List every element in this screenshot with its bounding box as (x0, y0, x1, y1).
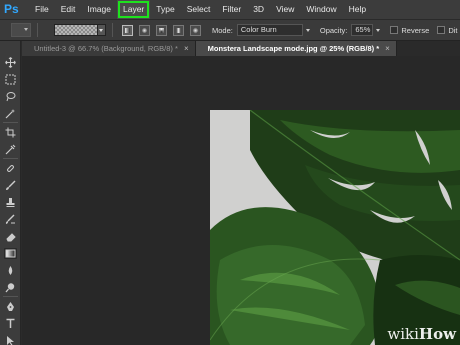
menu-select[interactable]: Select (181, 0, 217, 19)
opacity-field[interactable]: 65% (351, 24, 374, 36)
reflected-gradient-icon (176, 27, 181, 33)
radial-gradient-icon (142, 27, 147, 33)
menu-layer[interactable]: Layer (116, 0, 151, 19)
tool-preset-picker[interactable] (11, 23, 31, 37)
document-tab-monstera[interactable]: Monstera Landscape mode.jpg @ 25% (RGB/8… (195, 41, 397, 56)
history-brush-icon[interactable] (4, 214, 17, 225)
menu-help[interactable]: Help (343, 0, 372, 19)
blur-icon[interactable] (4, 265, 17, 276)
divider (3, 296, 18, 297)
type-icon[interactable] (4, 318, 17, 329)
options-bar: Mode: Color Burn Opacity: 65% Reverse Di… (0, 19, 460, 41)
marquee-icon[interactable] (4, 74, 17, 85)
path-selection-icon[interactable] (4, 335, 17, 345)
diamond-gradient-icon (191, 26, 200, 34)
radial-gradient-button[interactable] (139, 24, 150, 36)
mode-select[interactable]: Color Burn (236, 24, 303, 36)
gradient-picker-dropdown[interactable] (98, 24, 106, 36)
document-canvas[interactable]: wikiHow (210, 110, 460, 345)
lasso-icon[interactable] (4, 91, 17, 102)
eyedropper-icon[interactable] (4, 144, 17, 155)
wikihow-watermark: wikiHow (387, 325, 456, 343)
magic-wand-icon[interactable] (4, 108, 17, 119)
close-icon[interactable]: × (385, 41, 390, 56)
linear-gradient-button[interactable] (122, 24, 133, 36)
dither-label: Dit (448, 25, 458, 35)
gradient-editor-swatch[interactable] (54, 24, 98, 36)
monstera-leaf-image (210, 110, 460, 345)
chevron-down-icon[interactable] (375, 24, 382, 36)
mode-label: Mode: (212, 25, 233, 35)
divider (3, 158, 18, 159)
menu-edit[interactable]: Edit (55, 0, 82, 19)
gradient-icon[interactable] (4, 248, 17, 259)
reflected-gradient-button[interactable] (173, 24, 184, 36)
dither-checkbox[interactable] (437, 26, 446, 34)
close-icon[interactable]: × (184, 41, 189, 56)
menu-file[interactable]: File (29, 0, 55, 19)
linear-gradient-icon (125, 27, 130, 33)
divider (3, 122, 18, 123)
dodge-icon[interactable] (4, 282, 17, 293)
menu-window[interactable]: Window (300, 0, 342, 19)
tools-panel (0, 41, 21, 345)
document-tab-bar: Untitled-3 @ 66.7% (Background, RGB/8) *… (22, 41, 460, 56)
divider (112, 23, 113, 37)
menu-bar: Ps File Edit Image Layer Type Select Fil… (0, 0, 460, 19)
menu-view[interactable]: View (270, 0, 300, 19)
menu-image[interactable]: Image (81, 0, 117, 19)
healing-brush-icon[interactable] (4, 163, 17, 174)
diamond-gradient-button[interactable] (190, 24, 201, 36)
reverse-label: Reverse (401, 25, 430, 35)
opacity-label: Opacity: (319, 25, 348, 35)
angle-gradient-button[interactable] (156, 24, 167, 36)
chevron-down-icon[interactable] (305, 24, 312, 36)
eraser-icon[interactable] (4, 231, 17, 242)
brush-icon[interactable] (4, 180, 17, 191)
pen-icon[interactable] (4, 301, 17, 312)
tab-title: Monstera Landscape mode.jpg @ 25% (RGB/8… (207, 44, 380, 53)
divider (37, 23, 38, 37)
document-tab-untitled[interactable]: Untitled-3 @ 66.7% (Background, RGB/8) *… (22, 41, 196, 56)
menu-type[interactable]: Type (150, 0, 180, 19)
photoshop-logo-icon[interactable]: Ps (4, 2, 22, 17)
menu-3d[interactable]: 3D (247, 0, 270, 19)
angle-gradient-icon (159, 27, 164, 33)
menu-filter[interactable]: Filter (216, 0, 247, 19)
clone-stamp-icon[interactable] (4, 197, 17, 208)
reverse-checkbox[interactable] (390, 26, 399, 34)
crop-icon[interactable] (4, 127, 17, 138)
tab-title: Untitled-3 @ 66.7% (Background, RGB/8) * (34, 44, 178, 53)
canvas-workspace[interactable]: wikiHow (22, 56, 460, 345)
move-icon[interactable] (4, 57, 17, 68)
